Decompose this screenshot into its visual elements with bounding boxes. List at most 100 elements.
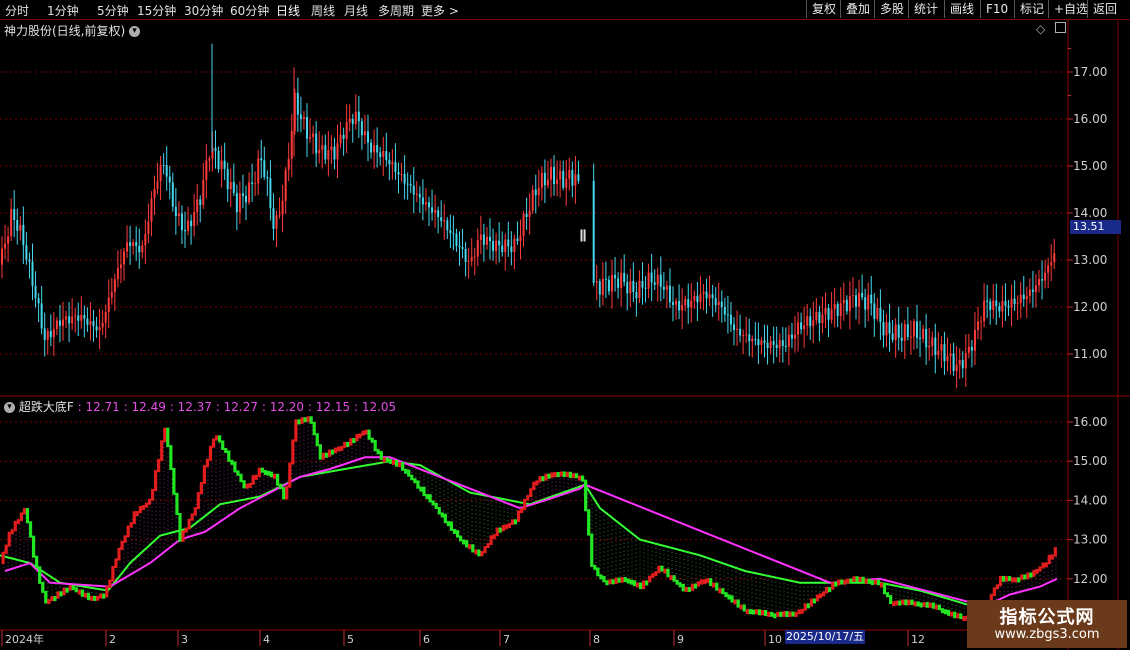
candle-body xyxy=(342,134,345,139)
candle-body xyxy=(916,321,918,338)
candle-body xyxy=(790,334,793,339)
candle-body xyxy=(168,176,171,183)
candle-body xyxy=(1053,253,1056,263)
candle-body xyxy=(714,298,717,306)
candle-body xyxy=(312,133,315,137)
candle-body xyxy=(510,246,513,252)
indicator-step xyxy=(416,480,420,489)
candle-body xyxy=(501,245,504,253)
indicator-step xyxy=(584,479,588,512)
candle-body xyxy=(71,316,74,324)
candle-body xyxy=(983,300,986,322)
indicator-step xyxy=(1053,547,1057,557)
indicator-step xyxy=(465,540,469,548)
indicator-step xyxy=(32,535,36,558)
candle-body xyxy=(208,158,211,161)
indicator-step xyxy=(834,581,838,587)
chevron-down-icon[interactable]: ▾ xyxy=(129,26,141,37)
candle-body xyxy=(739,328,742,336)
candle-body xyxy=(809,316,812,327)
candle-body xyxy=(836,304,839,317)
indicator-step xyxy=(398,461,402,467)
candle-body xyxy=(49,330,52,338)
candle-body xyxy=(220,160,223,170)
main-y-tick-label: 15.00 xyxy=(1073,159,1107,173)
indicator-step xyxy=(367,429,371,440)
candle-body xyxy=(336,143,339,160)
indicator-step xyxy=(361,430,365,436)
indicator-step xyxy=(806,603,810,609)
indicator-step xyxy=(208,445,213,461)
candle-body xyxy=(754,338,757,340)
candle-body xyxy=(507,239,510,247)
candlestick-series xyxy=(1,43,1056,389)
indicator-step xyxy=(776,611,780,617)
candle-body xyxy=(58,320,61,326)
candle-body xyxy=(86,318,89,325)
indicator-step xyxy=(163,427,167,443)
indicator-step xyxy=(754,609,759,615)
candle-body xyxy=(665,285,668,290)
candle-body xyxy=(452,233,455,235)
candle-body xyxy=(565,178,568,188)
candle-body xyxy=(803,325,806,330)
indicator-step xyxy=(602,575,606,583)
indicator-step xyxy=(873,579,877,585)
indicator-step xyxy=(910,599,914,605)
indicator-step xyxy=(681,583,685,592)
candle-body xyxy=(62,319,64,326)
indicator-step xyxy=(19,512,23,522)
candle-body xyxy=(1004,300,1007,306)
window-toggle-icon[interactable] xyxy=(1055,22,1067,33)
candle-body xyxy=(339,134,342,144)
indicator-step xyxy=(330,449,335,455)
diamond-icon[interactable]: ◇ xyxy=(1036,22,1045,36)
indicator-step xyxy=(614,577,618,584)
indicator-step xyxy=(193,507,197,516)
candle-body xyxy=(970,346,973,351)
indicator-step xyxy=(1004,576,1009,582)
candle-body xyxy=(870,294,873,304)
indicator-step xyxy=(230,459,234,465)
indicator-step xyxy=(605,580,609,586)
candle-body xyxy=(934,337,937,356)
indicator-step xyxy=(562,471,566,478)
axes: 17.00 16.00 15.00 14.00 13.00 12.00 11.00 16.00… xyxy=(0,20,1130,650)
indicator-step xyxy=(349,438,353,446)
indicator-step xyxy=(41,581,45,593)
candle-body xyxy=(909,336,912,338)
candle-body xyxy=(461,247,464,249)
candle-body xyxy=(912,321,915,337)
indicator-step xyxy=(38,566,42,584)
indicator-step xyxy=(675,579,679,585)
indicator-step xyxy=(254,474,258,480)
indicator-step xyxy=(840,579,844,585)
indicator-step xyxy=(553,472,557,478)
main-y-tick-label: 17.00 xyxy=(1073,65,1107,79)
candle-body xyxy=(940,344,943,351)
indicator-step xyxy=(995,584,999,590)
indicator-step xyxy=(742,604,746,612)
indicator-step xyxy=(788,611,792,617)
chart-area[interactable]: 17.00 16.00 15.00 14.00 13.00 12.00 11.00 16.00… xyxy=(0,0,1130,650)
candle-body xyxy=(861,292,864,298)
x-tick-label: 5 xyxy=(347,633,354,646)
indicator-step xyxy=(279,483,283,490)
indicator-step xyxy=(962,616,966,622)
indicator-step xyxy=(684,586,688,592)
indicator-step xyxy=(1050,554,1054,560)
indicator-step xyxy=(227,450,231,462)
candle-body xyxy=(7,236,10,244)
indicator-stairs xyxy=(1,416,1057,622)
candle-body xyxy=(824,307,827,315)
indicator-step xyxy=(596,567,600,577)
indicator-step xyxy=(282,487,286,500)
candle-body xyxy=(25,245,28,260)
indicator-step xyxy=(413,478,417,484)
candle-body xyxy=(562,170,565,188)
chevron-down-icon[interactable]: ▾ xyxy=(4,402,15,413)
stock-title: 神力股份(日线,前复权) xyxy=(4,24,126,38)
indicator-step xyxy=(629,579,633,585)
indicator-step xyxy=(468,544,472,550)
candle-body xyxy=(897,324,900,338)
